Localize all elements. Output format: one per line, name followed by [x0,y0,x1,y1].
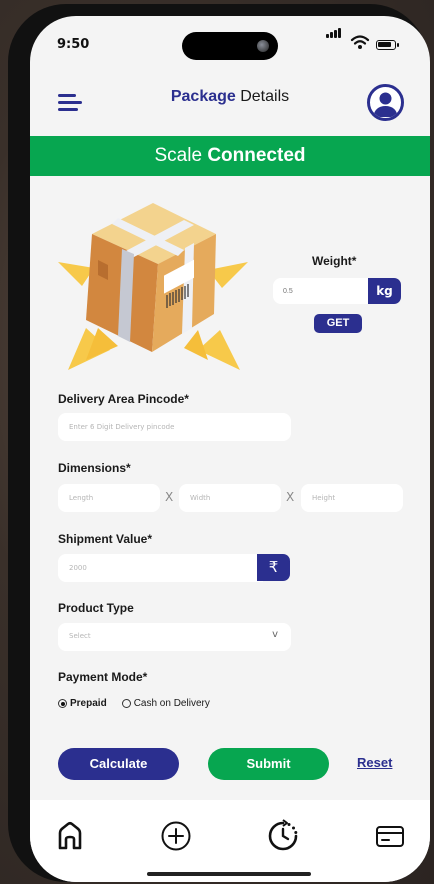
app-screen: 9:50 Package Details Scale Connected Wei… [30,16,430,882]
add-circle-icon[interactable] [158,818,194,854]
product-type-value: Select [69,632,91,640]
payment-mode-label: Payment Mode* [58,670,148,684]
status-time: 9:50 [57,37,90,52]
profile-avatar-icon[interactable] [367,84,404,121]
home-icon[interactable] [52,818,88,854]
pincode-label: Delivery Area Pincode* [58,392,189,406]
weight-input[interactable] [273,278,369,304]
radio-cod[interactable] [121,699,131,708]
radio-prepaid[interactable] [58,699,67,708]
dynamic-island [182,32,278,60]
get-weight-button[interactable]: GET [314,314,362,333]
dimension-separator: X [165,490,174,504]
shipment-value-input[interactable] [58,554,263,582]
radio-cod-label[interactable]: Cash on Delivery [134,698,210,709]
pincode-input[interactable] [58,413,291,441]
payment-mode-options: Prepaid Cash on Delivery [58,698,210,709]
width-input[interactable] [179,484,281,512]
page-title-bold: Package [170,88,236,105]
length-input[interactable] [58,484,160,512]
history-icon[interactable] [265,818,301,854]
home-indicator[interactable] [147,872,311,876]
status-bar: 9:50 [30,16,430,76]
height-input[interactable] [301,484,403,512]
chevron-down-icon: v [272,629,278,640]
calculate-button[interactable]: Calculate [58,748,179,780]
shipment-value-label: Shipment Value* [58,532,153,546]
product-type-select[interactable]: Select v [58,623,291,651]
scale-status-prefix: Scale [154,145,208,166]
scale-status-bold: Connected [207,145,306,166]
battery-icon [376,40,399,50]
weight-unit-badge: kg [368,278,401,304]
wifi-icon [350,35,370,49]
camera-icon [257,40,269,52]
product-type-label: Product Type [58,601,134,615]
phone-frame: 9:50 Package Details Scale Connected Wei… [8,4,430,882]
scale-status-banner: Scale Connected [30,136,430,176]
bottom-tab-bar [30,800,430,882]
page-title-rest: Details [235,88,290,105]
dimension-separator: X [286,490,295,504]
submit-button[interactable]: Submit [208,748,329,780]
radio-prepaid-label[interactable]: Prepaid [70,698,107,709]
card-icon[interactable] [372,818,408,854]
reset-link[interactable]: Reset [357,755,392,770]
rupee-icon: ₹ [257,554,290,581]
app-header: Package Details [30,78,430,130]
weight-label: Weight* [312,254,357,268]
dimensions-label: Dimensions* [58,461,131,475]
package-illustration-icon [58,203,248,370]
weight-field-group: kg [273,278,401,304]
